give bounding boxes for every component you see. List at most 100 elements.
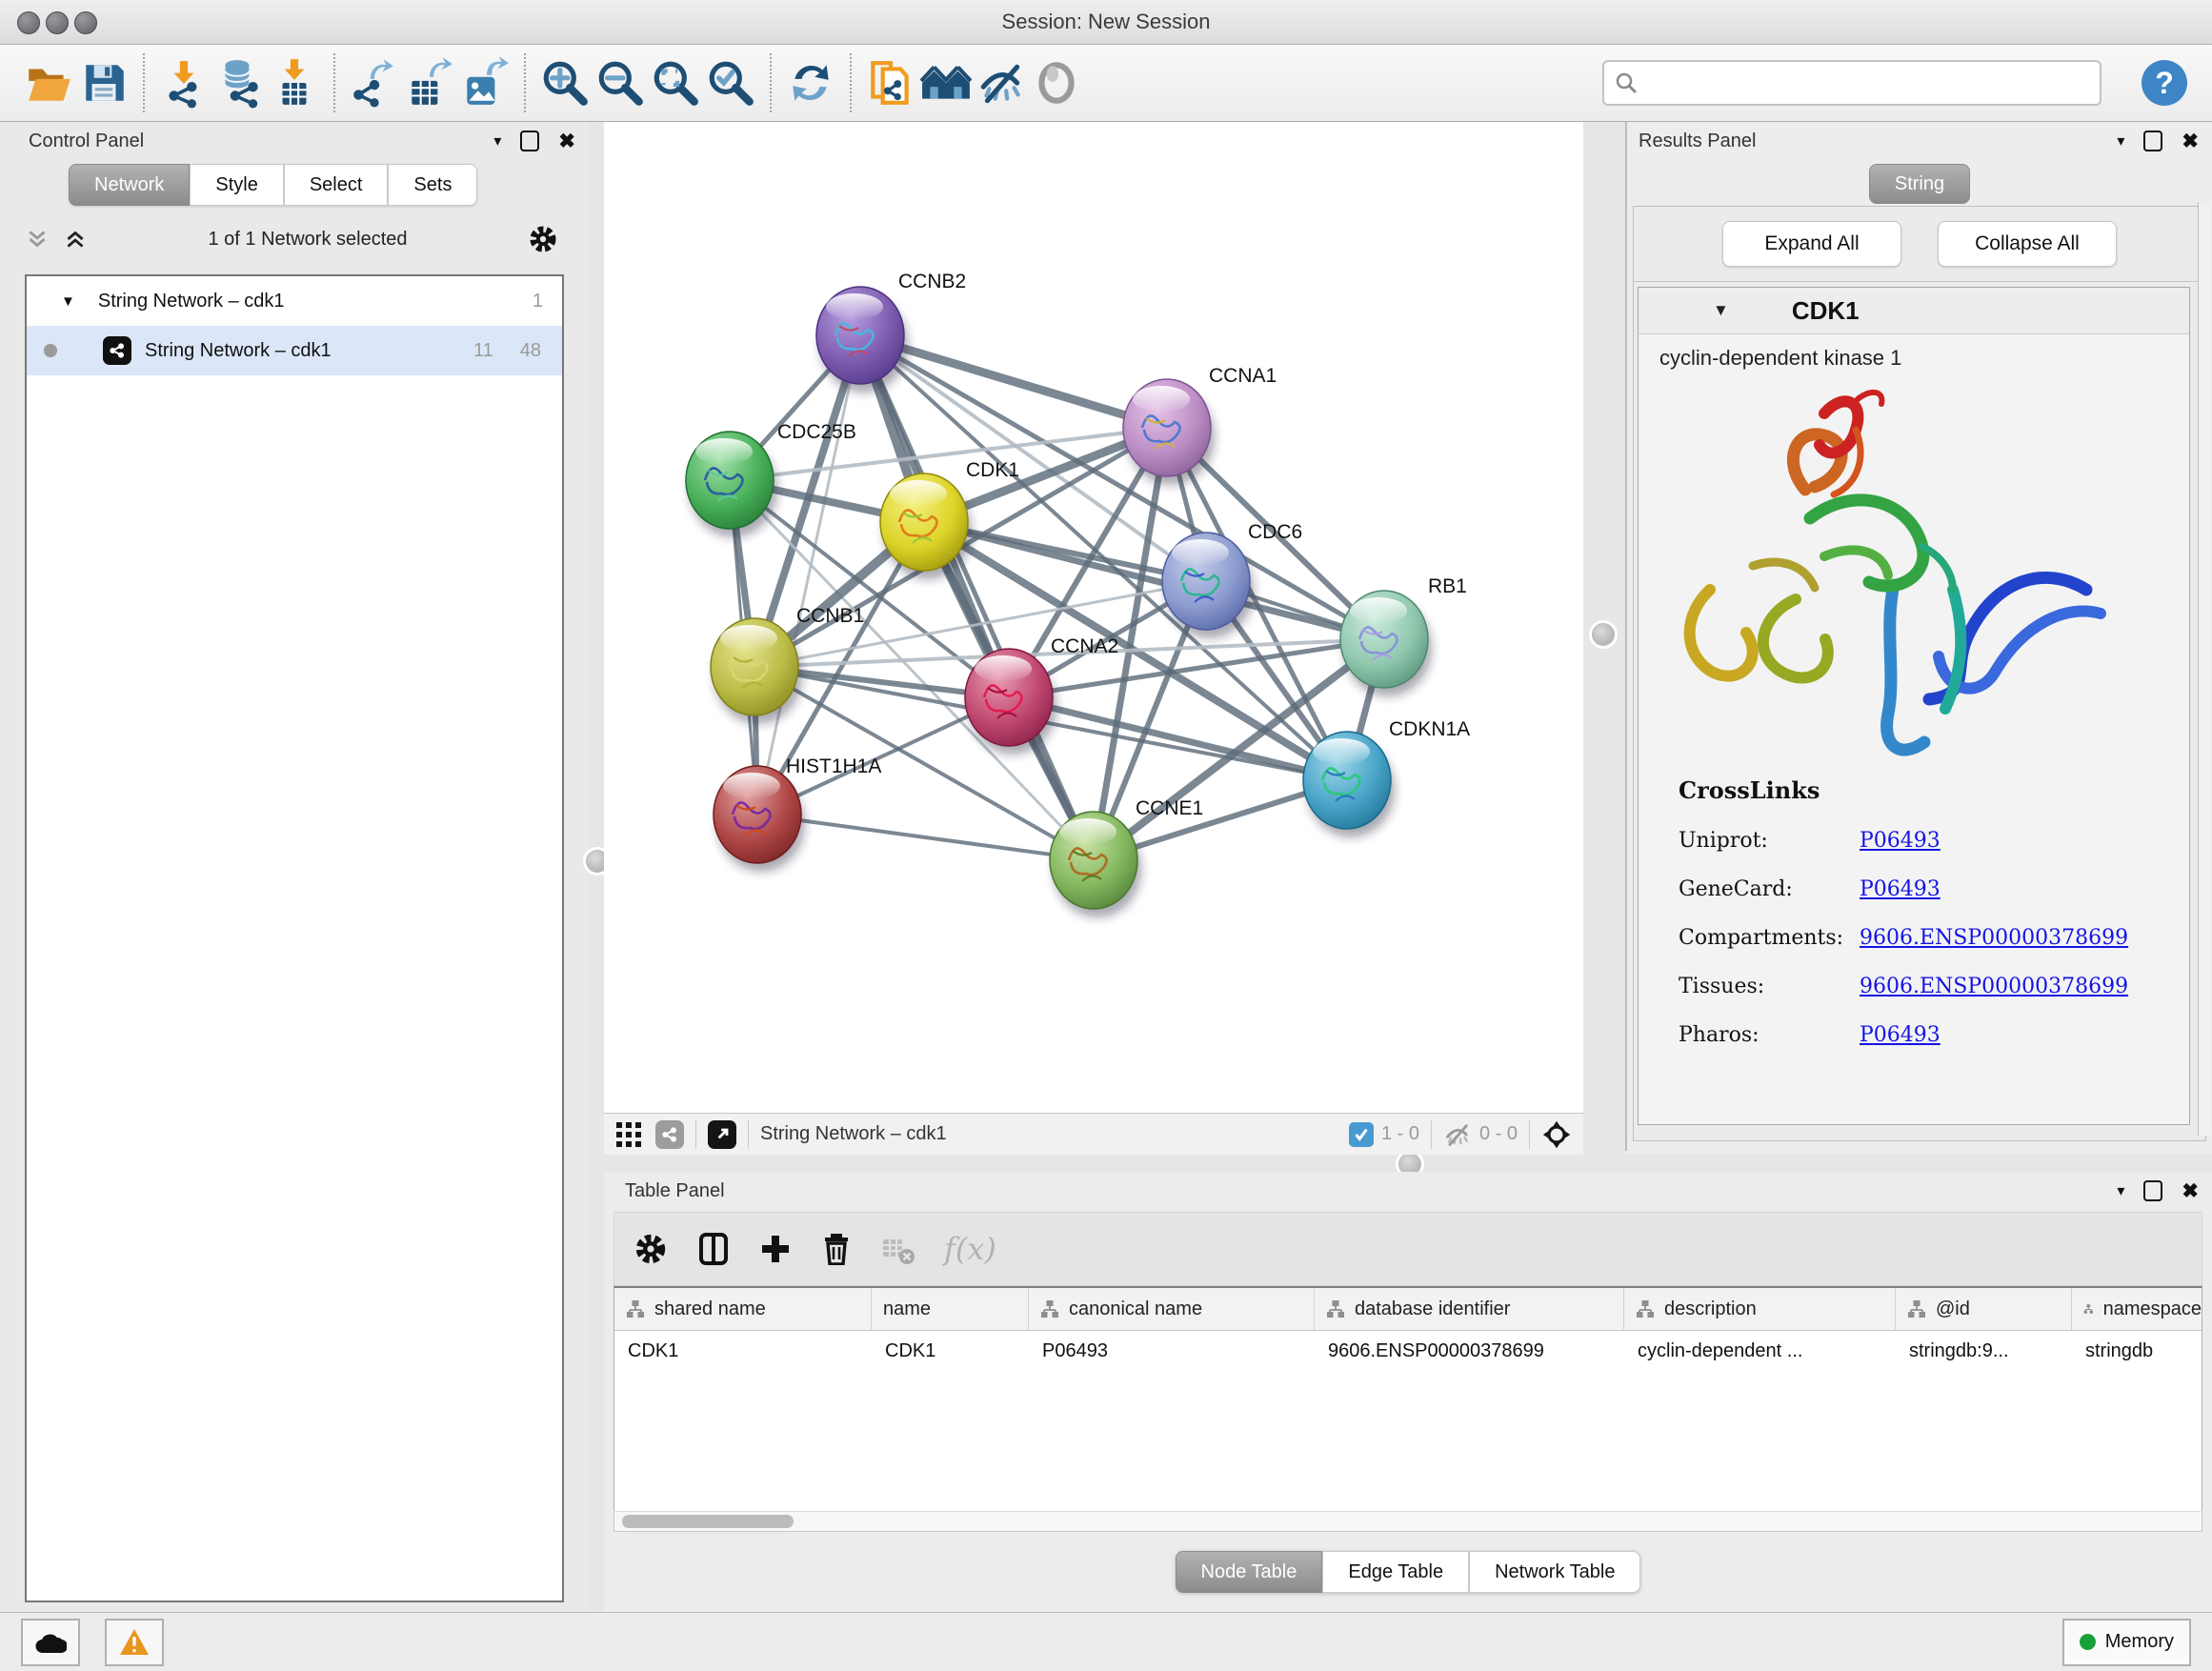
tab-style[interactable]: Style	[190, 164, 283, 206]
node-label: CDK1	[966, 459, 1019, 481]
zoom-out-button[interactable]	[593, 54, 648, 111]
section-collapse-icon[interactable]: ▼	[1713, 301, 1729, 320]
collapse-panel-icon[interactable]: ▾	[493, 131, 501, 151]
tab-select[interactable]: Select	[284, 164, 389, 206]
warnings-button[interactable]	[105, 1619, 164, 1666]
column-header-description[interactable]: description	[1624, 1288, 1896, 1330]
home-button[interactable]	[918, 54, 974, 111]
table-options-gear-icon[interactable]	[633, 1232, 668, 1266]
add-column-icon[interactable]	[759, 1233, 792, 1265]
hide-eye-button[interactable]	[974, 54, 1029, 111]
table-hscrollbar-thumb[interactable]	[622, 1515, 794, 1528]
column-header-canonical-name[interactable]: canonical name	[1029, 1288, 1315, 1330]
string-view-icon[interactable]	[655, 1120, 684, 1149]
network-edge-CCNB2-CCNE1[interactable]	[860, 335, 1094, 860]
network-node-CCNB2[interactable]: CCNB2	[816, 271, 966, 393]
close-panel-icon[interactable]: ✖	[558, 130, 575, 153]
import-table-file-button[interactable]	[267, 54, 322, 111]
left-splitter[interactable]	[589, 122, 604, 1612]
close-panel-icon[interactable]: ✖	[2182, 130, 2199, 153]
column-header-name[interactable]: name	[872, 1288, 1029, 1330]
selected-checkbox[interactable]	[1349, 1122, 1374, 1147]
float-panel-icon[interactable]	[2143, 1180, 2162, 1201]
delete-table-icon-disabled	[881, 1232, 915, 1266]
current-network-dot	[44, 344, 57, 357]
network-node-HIST1H1A[interactable]: HIST1H1A	[714, 755, 881, 872]
import-network-file-button[interactable]	[156, 54, 211, 111]
table-cell[interactable]: stringdb:9...	[1896, 1331, 2072, 1371]
tab-sets[interactable]: Sets	[388, 164, 477, 206]
results-scrollbar[interactable]	[2198, 202, 2210, 1136]
crosslink-link[interactable]: 9606.ENSP00000378699	[1860, 926, 2128, 950]
collapse-all-button[interactable]: Collapse All	[1938, 221, 2117, 267]
table-cell[interactable]: cyclin-dependent ...	[1624, 1331, 1896, 1371]
tab-network-table[interactable]: Network Table	[1469, 1551, 1640, 1593]
crosslink-link[interactable]: P06493	[1860, 877, 1941, 901]
export-image-button[interactable]	[457, 54, 513, 111]
export-table-button[interactable]	[402, 54, 457, 111]
zoom-selected-button[interactable]	[703, 54, 758, 111]
gene-section-header[interactable]: ▼ CDK1	[1639, 288, 2189, 334]
table-cell[interactable]: CDK1	[614, 1331, 872, 1371]
clone-network-button[interactable]	[863, 54, 918, 111]
zoom-fit-button[interactable]	[648, 54, 703, 111]
table-cell[interactable]: P06493	[1029, 1331, 1315, 1371]
table-cell[interactable]: 9606.ENSP00000378699	[1315, 1331, 1624, 1371]
memory-button[interactable]: Memory	[2062, 1619, 2191, 1666]
right-splitter[interactable]	[1583, 122, 1625, 1155]
crosslink-link[interactable]: P06493	[1860, 829, 1941, 853]
close-panel-icon[interactable]: ✖	[2182, 1179, 2199, 1203]
column-header-namespace[interactable]: namespace	[2072, 1288, 2202, 1330]
collapse-panel-icon[interactable]: ▾	[2117, 131, 2124, 151]
crosslink-row: GeneCard:P06493	[1679, 877, 2189, 901]
network-row-selected[interactable]: String Network – cdk1 11 48	[27, 326, 562, 375]
presentation-eye-button[interactable]	[1029, 54, 1084, 111]
network-edge-HIST1H1A-CCNE1[interactable]	[757, 815, 1094, 860]
import-network-database-button[interactable]	[211, 54, 267, 111]
table-cell[interactable]: stringdb	[2072, 1331, 2202, 1371]
column-header--id[interactable]: @id	[1896, 1288, 2072, 1330]
delete-column-icon[interactable]	[820, 1233, 853, 1265]
search-input[interactable]	[1639, 71, 2061, 95]
export-network-button[interactable]	[347, 54, 402, 111]
column-header-shared-name[interactable]: shared name	[614, 1288, 872, 1330]
tab-node-table[interactable]: Node Table	[1176, 1551, 1323, 1593]
update-view-button[interactable]	[783, 54, 838, 111]
float-panel-icon[interactable]	[520, 131, 539, 151]
tree-expand-icon[interactable]: ▼	[61, 293, 75, 310]
collapse-panel-icon[interactable]: ▾	[2117, 1181, 2124, 1200]
crosslink-link[interactable]: 9606.ENSP00000378699	[1860, 975, 2128, 998]
tab-network[interactable]: Network	[69, 164, 190, 206]
crosslink-link[interactable]: P06493	[1860, 1023, 1941, 1047]
cloud-status-button[interactable]	[21, 1619, 80, 1666]
save-session-button[interactable]	[76, 54, 131, 111]
grid-view-icon[interactable]	[615, 1121, 642, 1148]
network-node-RB1[interactable]: RB1	[1340, 575, 1467, 696]
table-hscrollbar[interactable]	[613, 1511, 2202, 1532]
horizontal-splitter[interactable]	[604, 1155, 2212, 1172]
show-columns-icon[interactable]	[696, 1232, 731, 1266]
float-panel-icon[interactable]	[2143, 131, 2162, 151]
detach-view-icon[interactable]	[708, 1120, 736, 1149]
tab-edge-table[interactable]: Edge Table	[1322, 1551, 1469, 1593]
gear-icon[interactable]	[528, 224, 558, 254]
help-button[interactable]: ?	[2140, 58, 2189, 108]
right-splitter-handle[interactable]	[1592, 623, 1615, 646]
network-node-CDKN1A[interactable]: CDKN1A	[1303, 718, 1470, 837]
birds-eye-navigator-icon[interactable]	[1541, 1119, 1572, 1150]
shared-column-icon	[1040, 1299, 1059, 1319]
expand-all-chevrons-icon[interactable]	[25, 227, 50, 252]
table-row[interactable]: CDK1CDK1P064939606.ENSP00000378699cyclin…	[614, 1331, 2202, 1371]
string-network-icon	[103, 336, 131, 365]
expand-all-button[interactable]: Expand All	[1722, 221, 1901, 267]
network-node-CCNA1[interactable]: CCNA1	[1123, 365, 1277, 485]
network-node-CDK1[interactable]: CDK1	[880, 459, 1019, 579]
zoom-in-button[interactable]	[537, 54, 593, 111]
network-edge-CCNB2-HIST1H1A[interactable]	[757, 335, 860, 815]
collapse-all-chevrons-icon[interactable]	[63, 227, 88, 252]
open-session-button[interactable]	[21, 54, 76, 111]
tab-string[interactable]: String	[1869, 164, 1970, 204]
table-cell[interactable]: CDK1	[872, 1331, 1029, 1371]
column-header-database-identifier[interactable]: database identifier	[1315, 1288, 1624, 1330]
network-collection-row[interactable]: ▼ String Network – cdk1 1	[27, 276, 562, 326]
